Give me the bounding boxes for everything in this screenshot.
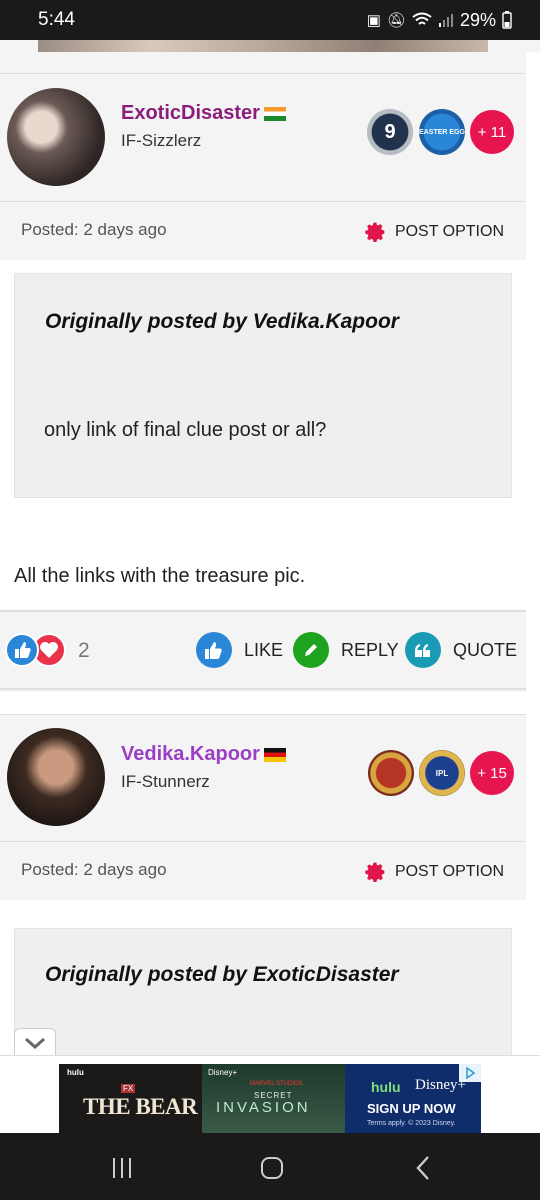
badge-label: EASTER EGG bbox=[419, 128, 465, 136]
quote-button[interactable]: QUOTE bbox=[405, 632, 517, 668]
post-author-block: ExoticDisaster IF-Sizzlerz 9 EASTER EGG … bbox=[0, 74, 526, 202]
quote-label: QUOTE bbox=[453, 639, 518, 660]
quote-author: Originally posted by ExoticDisaster bbox=[45, 963, 399, 986]
image-icon: ▣ bbox=[366, 12, 381, 29]
forum-thread[interactable]: ExoticDisaster IF-Sizzlerz 9 EASTER EGG … bbox=[0, 52, 540, 1055]
show-title-part: INVASION bbox=[216, 1099, 311, 1116]
disney-plus-small-logo: Disney+ bbox=[208, 1068, 238, 1077]
germany-flag-icon bbox=[263, 747, 286, 762]
username-link[interactable]: Vedika.Kapoor bbox=[121, 743, 286, 766]
reply-button[interactable]: REPLY bbox=[293, 632, 399, 668]
right-edge bbox=[526, 52, 540, 1055]
quote-author: Originally posted by Vedika.Kapoor bbox=[45, 310, 399, 333]
top-banner-image bbox=[38, 40, 488, 52]
avatar[interactable] bbox=[7, 88, 105, 186]
user-group: IF-Sizzlerz bbox=[121, 131, 202, 150]
post-actions: 2 LIKE REPLY QUOTE bbox=[0, 612, 526, 688]
back-icon[interactable] bbox=[408, 1153, 438, 1183]
reactions-icon[interactable] bbox=[4, 632, 66, 668]
thumbs-up-icon bbox=[196, 632, 232, 668]
post-meta-row: Posted: 2 days ago POST OPTION bbox=[0, 842, 526, 900]
ad-creative[interactable]: hulu FX THE BEAR Disney+ MARVEL STUDIOS … bbox=[59, 1064, 481, 1134]
recents-icon[interactable] bbox=[107, 1153, 137, 1183]
chevron-down-icon bbox=[25, 1037, 45, 1049]
ad-terms: Terms apply. © 2023 Disney. bbox=[367, 1120, 456, 1127]
badge-label: IPL bbox=[435, 768, 449, 778]
medal-badge[interactable] bbox=[368, 750, 414, 796]
username-text[interactable]: Vedika.Kapoor bbox=[121, 743, 260, 765]
divider bbox=[0, 688, 526, 690]
post-time: Posted: 2 days ago bbox=[21, 220, 167, 239]
avatar[interactable] bbox=[7, 728, 105, 826]
fx-logo: FX bbox=[121, 1084, 136, 1093]
username-link[interactable]: ExoticDisaster bbox=[121, 102, 286, 125]
clock: 5:44 bbox=[38, 9, 75, 30]
india-flag-icon bbox=[263, 106, 286, 121]
collapse-ad-button[interactable] bbox=[14, 1028, 56, 1056]
like-button[interactable]: LIKE bbox=[196, 632, 283, 668]
post-text: All the links with the treasure pic. bbox=[14, 565, 306, 587]
post-option-label: POST OPTION bbox=[394, 863, 504, 880]
battery-icon bbox=[502, 11, 512, 29]
reply-label: REPLY bbox=[341, 639, 399, 660]
reaction-count: 2 bbox=[78, 639, 90, 662]
post-option-button[interactable]: POST OPTION bbox=[363, 220, 504, 244]
quote-text: only link of final clue post or all? bbox=[44, 419, 327, 441]
marvel-logo: MARVEL STUDIOS bbox=[250, 1081, 303, 1087]
like-label: LIKE bbox=[244, 639, 284, 660]
post-author-block: Vedika.Kapoor IF-Stunnerz IPL + 15 bbox=[0, 715, 526, 843]
pencil-icon bbox=[293, 632, 329, 668]
wifi-icon bbox=[412, 12, 432, 25]
post-option-button[interactable]: POST OPTION bbox=[363, 860, 504, 884]
status-icons: ▣ 🔕︎ 29% bbox=[367, 10, 512, 31]
gear-icon bbox=[365, 222, 385, 242]
ad-banner[interactable]: hulu FX THE BEAR Disney+ MARVEL STUDIOS … bbox=[0, 1055, 540, 1134]
quote-marks-icon bbox=[405, 632, 441, 668]
hulu-logo: hulu bbox=[371, 1079, 401, 1095]
post-body: Originally posted by ExoticDisaster bbox=[0, 900, 526, 1055]
ad-panel-cta: hulu Disney+ SIGN UP NOW Terms apply. © … bbox=[345, 1064, 481, 1134]
post-separator bbox=[0, 692, 526, 714]
ad-panel-bear: hulu FX THE BEAR bbox=[59, 1064, 202, 1134]
hulu-logo: hulu bbox=[67, 1068, 84, 1077]
quote-block: Originally posted by ExoticDisaster bbox=[14, 928, 512, 1055]
user-group: IF-Stunnerz bbox=[121, 772, 210, 791]
mute-icon: 🔕︎ bbox=[386, 12, 406, 29]
post-body: Originally posted by Vedika.Kapoor only … bbox=[0, 260, 526, 610]
post-time: Posted: 2 days ago bbox=[21, 860, 167, 879]
home-icon[interactable] bbox=[257, 1153, 287, 1183]
ipl-badge[interactable]: IPL bbox=[419, 750, 465, 796]
more-badges-button[interactable]: + 11 bbox=[470, 110, 514, 154]
show-title: THE BEAR bbox=[83, 1094, 198, 1119]
system-nav-bar bbox=[0, 1133, 540, 1200]
post-option-label: POST OPTION bbox=[394, 223, 504, 240]
gear-icon bbox=[365, 862, 385, 882]
battery-percent: 29% bbox=[459, 9, 496, 30]
adchoices-icon[interactable] bbox=[459, 1064, 481, 1082]
signal-icon bbox=[438, 14, 453, 27]
easter-egg-badge[interactable]: EASTER EGG bbox=[419, 109, 465, 155]
quote-block: Originally posted by Vedika.Kapoor only … bbox=[14, 273, 512, 498]
more-badges-button[interactable]: + 15 bbox=[470, 751, 514, 795]
username-text[interactable]: ExoticDisaster bbox=[121, 102, 260, 124]
ad-panel-invasion: Disney+ MARVEL STUDIOS SECRET INVASION bbox=[202, 1064, 345, 1134]
post-meta-row: Posted: 2 days ago POST OPTION bbox=[0, 202, 526, 260]
status-bar: 5:44 ▣ 🔕︎ 29% bbox=[0, 0, 540, 40]
sign-up-cta[interactable]: SIGN UP NOW bbox=[367, 1101, 456, 1116]
level-badge[interactable]: 9 bbox=[367, 109, 413, 155]
